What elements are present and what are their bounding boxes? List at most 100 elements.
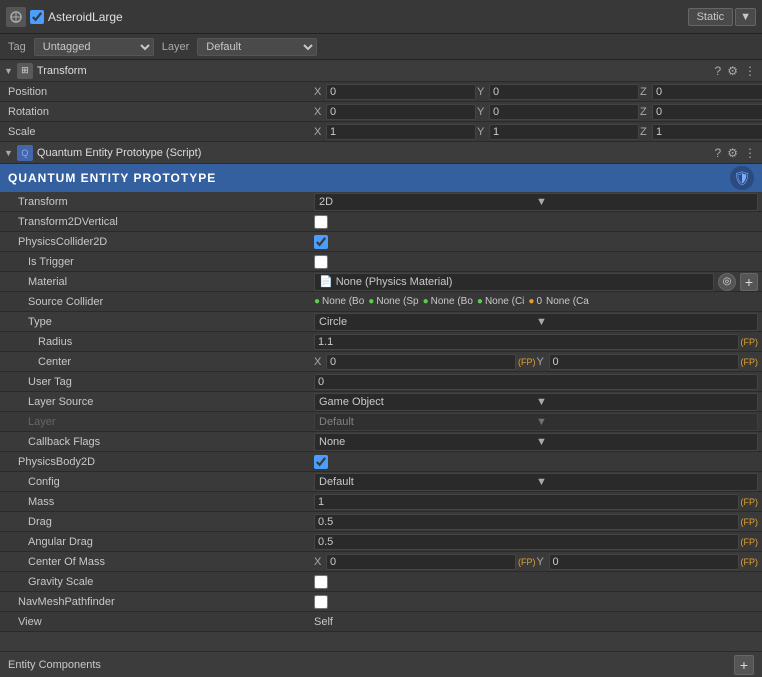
transform2d-vertical-checkbox[interactable] [314,215,328,229]
material-plus-btn[interactable]: + [740,273,758,291]
material-field[interactable]: 📄 None (Physics Material) [314,273,714,291]
scale-xyz: X Y Z [314,124,762,140]
dot-green-4: ● [477,296,483,307]
y-label: Y [477,86,487,98]
user-tag-input[interactable] [314,374,758,390]
material-doc-icon: 📄 [319,275,333,288]
is-trigger-checkbox[interactable] [314,255,328,269]
layer-label: Layer [4,416,314,428]
layer-row: Layer Default ▼ [0,412,762,432]
com-x-input[interactable] [326,554,516,570]
config-dropdown[interactable]: Default ▼ [314,473,758,491]
gravity-scale-label: Gravity Scale [4,576,314,588]
transform-settings-btn[interactable]: ⚙ [725,64,740,78]
physics-collider-checkbox[interactable] [314,235,328,249]
type-dropdown[interactable]: Circle ▼ [314,313,758,331]
drag-input[interactable] [314,514,739,530]
qe-transform-dropdown[interactable]: 2D ▼ [314,193,758,211]
position-x-field: X [314,84,476,100]
rotation-x-input[interactable] [326,104,476,120]
rotation-y-input[interactable] [489,104,639,120]
rotation-y-field: Y [477,104,639,120]
quantum-menu-btn[interactable]: ⋮ [742,146,758,160]
layer-select[interactable]: Default [197,38,317,56]
object-icon [6,7,26,27]
scale-x-input[interactable] [326,124,476,140]
layer-value: Default [319,416,536,428]
static-button[interactable]: Static [688,8,734,26]
transform-icon: ⊞ [17,63,33,79]
nav-mesh-checkbox[interactable] [314,595,328,609]
radius-input[interactable] [314,334,739,350]
position-z-input[interactable] [652,84,762,100]
center-x-field: X (FP) [314,354,536,370]
mass-input[interactable] [314,494,739,510]
mass-value-container: (FP) [314,494,758,510]
collider-badge-6: None (Ca [546,296,589,307]
position-xyz: X Y Z [314,84,762,100]
layer-source-value: Game Object [319,396,536,408]
com-y-field: Y (FP) [537,554,759,570]
angular-drag-input[interactable] [314,534,739,550]
collider-badge-2: ●None (Sp [368,296,418,307]
material-dot-btn[interactable]: ◎ [718,273,736,291]
rz-label: Z [640,106,650,118]
center-y-input[interactable] [549,354,739,370]
layer-caret: ▼ [536,416,753,428]
z-label: Z [640,86,650,98]
drag-fp-label: (FP) [741,517,759,527]
static-dropdown[interactable]: ▼ [735,8,756,26]
drag-label: Drag [4,516,314,528]
type-caret: ▼ [536,316,753,328]
tag-select[interactable]: Untagged [34,38,154,56]
gravity-scale-checkbox[interactable] [314,575,328,589]
sz-label: Z [640,126,650,138]
center-of-mass-row: Center Of Mass X (FP) Y (FP) [0,552,762,572]
transform-help-btn[interactable]: ? [713,64,724,78]
layer-dropdown[interactable]: Default ▼ [314,413,758,431]
view-value: Self [314,616,758,628]
quantum-triangle: ▼ [4,148,13,158]
is-trigger-row: Is Trigger [0,252,762,272]
layer-source-row: Layer Source Game Object ▼ [0,392,762,412]
user-tag-row: User Tag [0,372,762,392]
center-of-mass-xy: X (FP) Y (FP) [314,554,758,570]
quantum-icon: Q [17,145,33,161]
com-y-fp: (FP) [741,557,759,567]
material-label: Material [4,276,314,288]
layer-source-dropdown[interactable]: Game Object ▼ [314,393,758,411]
dot-green-1: ● [314,296,320,307]
callback-flags-dropdown[interactable]: None ▼ [314,433,758,451]
physics-body-checkbox[interactable] [314,455,328,469]
source-collider-label: Source Collider [4,296,314,308]
gravity-scale-row: Gravity Scale [0,572,762,592]
quantum-section-header[interactable]: ▼ Q Quantum Entity Prototype (Script) ? … [0,142,762,164]
center-of-mass-label: Center Of Mass [4,556,314,568]
scale-z-input[interactable] [652,124,762,140]
transform2d-vertical-label: Transform2DVertical [4,216,314,228]
type-value: Circle [319,316,536,328]
sx-label: X [314,126,324,138]
center-x-input[interactable] [326,354,516,370]
quantum-settings-btn[interactable]: ⚙ [725,146,740,160]
quantum-shield-icon: 🛡 [730,166,754,190]
collider-badge-5: ●0 [528,296,542,307]
rotation-z-input[interactable] [652,104,762,120]
quantum-script-title: Quantum Entity Prototype (Script) [37,147,713,159]
com-y-input[interactable] [549,554,739,570]
entity-components-bar: Entity Components + [0,651,762,677]
position-y-input[interactable] [489,84,639,100]
entity-components-plus[interactable]: + [734,655,754,675]
active-checkbox[interactable] [30,10,44,24]
position-x-input[interactable] [326,84,476,100]
collider-badge-3: ●None (Bo [423,296,473,307]
transform-menu-btn[interactable]: ⋮ [742,64,758,78]
angular-drag-value-container: (FP) [314,534,758,550]
nav-mesh-row: NavMeshPathfinder [0,592,762,612]
scale-y-input[interactable] [489,124,639,140]
angular-drag-label: Angular Drag [4,536,314,548]
qe-transform-label: Transform [4,196,314,208]
transform-section-header[interactable]: ▼ ⊞ Transform ? ⚙ ⋮ [0,60,762,82]
quantum-help-btn[interactable]: ? [713,146,724,160]
config-row: Config Default ▼ [0,472,762,492]
